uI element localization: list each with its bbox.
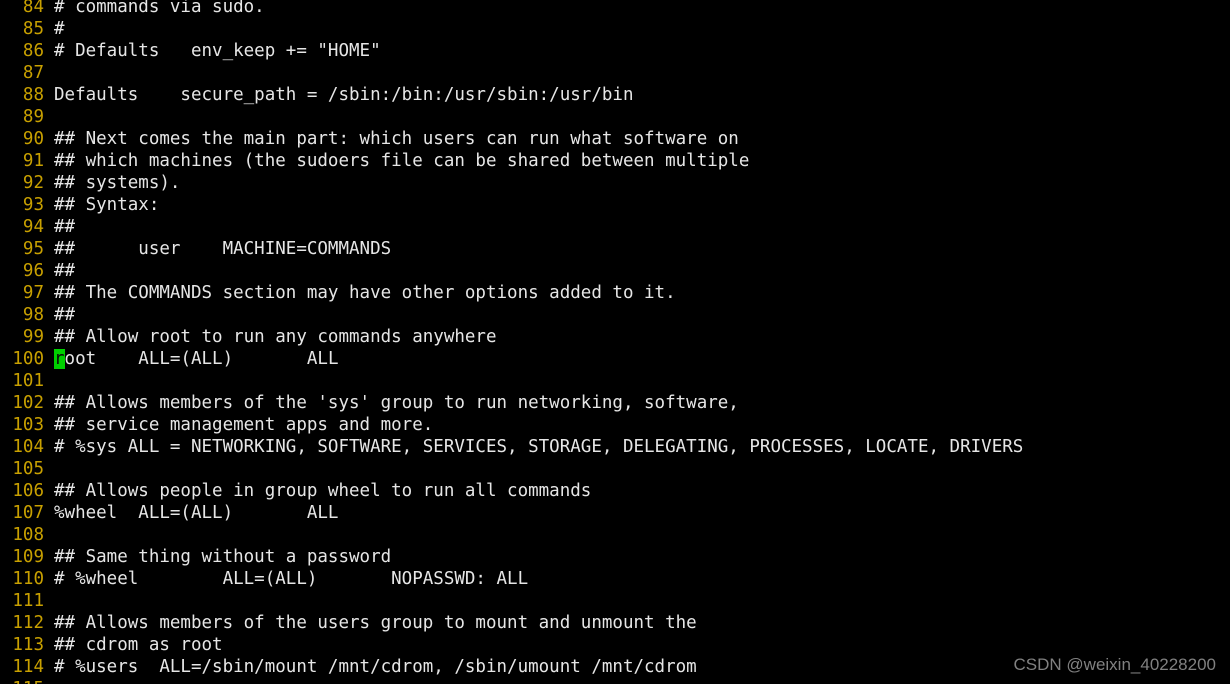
- line-number: 109: [12, 547, 44, 567]
- line-number: 98: [22, 305, 44, 325]
- code-line[interactable]: 97 ## The COMMANDS section may have other…: [0, 282, 1230, 304]
- line-text[interactable]: ##: [54, 260, 75, 282]
- code-line[interactable]: 108: [0, 524, 1230, 546]
- line-number: 113: [12, 635, 44, 655]
- line-text[interactable]: ## Syntax:: [54, 194, 159, 216]
- line-text[interactable]: ## Allows people in group wheel to run a…: [54, 480, 591, 502]
- line-number: 85: [22, 19, 44, 39]
- code-line[interactable]: 115: [0, 678, 1230, 684]
- line-text[interactable]: ## cdrom as root: [54, 634, 223, 656]
- line-number: 108: [12, 525, 44, 545]
- code-line[interactable]: 105: [0, 458, 1230, 480]
- line-text[interactable]: %wheel ALL=(ALL) ALL: [54, 502, 338, 524]
- code-line[interactable]: 104 # %sys ALL = NETWORKING, SOFTWARE, SE…: [0, 436, 1230, 458]
- line-number: 102: [12, 393, 44, 413]
- code-line[interactable]: 99 ## Allow root to run any commands anyw…: [0, 326, 1230, 348]
- line-text-rest: oot ALL=(ALL) ALL: [64, 349, 339, 369]
- line-number: 87: [22, 63, 44, 83]
- line-number: 96: [22, 261, 44, 281]
- code-line[interactable]: 90 ## Next comes the main part: which use…: [0, 128, 1230, 150]
- line-number: 103: [12, 415, 44, 435]
- code-line[interactable]: 91 ## which machines (the sudoers file ca…: [0, 150, 1230, 172]
- line-text[interactable]: Defaults secure_path = /sbin:/bin:/usr/s…: [54, 84, 633, 106]
- line-text[interactable]: # commands via sudo.: [54, 0, 265, 18]
- code-line[interactable]: 107 %wheel ALL=(ALL) ALL: [0, 502, 1230, 524]
- code-line[interactable]: 111: [0, 590, 1230, 612]
- code-line[interactable]: 112 ## Allows members of the users group …: [0, 612, 1230, 634]
- line-number: 93: [22, 195, 44, 215]
- line-number: 86: [22, 41, 44, 61]
- line-number: 111: [12, 591, 44, 611]
- line-number: 105: [12, 459, 44, 479]
- line-text[interactable]: ##: [54, 304, 75, 326]
- code-line[interactable]: 86 # Defaults env_keep += "HOME": [0, 40, 1230, 62]
- line-number: 97: [22, 283, 44, 303]
- line-text[interactable]: # %sys ALL = NETWORKING, SOFTWARE, SERVI…: [54, 436, 1023, 458]
- editor-text-buffer[interactable]: 84 # commands via sudo. 85 #86 # Defaults en…: [0, 0, 1230, 684]
- code-line[interactable]: 110 # %wheel ALL=(ALL) NOPASSWD: ALL: [0, 568, 1230, 590]
- line-text[interactable]: ## Same thing without a password: [54, 546, 391, 568]
- code-line[interactable]: 98 ##: [0, 304, 1230, 326]
- line-number: 104: [12, 437, 44, 457]
- code-line[interactable]: 89: [0, 106, 1230, 128]
- line-number: 90: [22, 129, 44, 149]
- line-text[interactable]: #: [54, 18, 65, 40]
- line-text[interactable]: ## Allows members of the 'sys' group to …: [54, 392, 739, 414]
- code-line[interactable]: 88 Defaults secure_path = /sbin:/bin:/usr…: [0, 84, 1230, 106]
- code-line[interactable]: 101: [0, 370, 1230, 392]
- line-number: 92: [22, 173, 44, 193]
- line-text[interactable]: ## The COMMANDS section may have other o…: [54, 282, 676, 304]
- line-number: 112: [12, 613, 44, 633]
- line-number: 115: [0, 678, 54, 684]
- line-number: 101: [12, 371, 44, 391]
- code-line[interactable]: 106 ## Allows people in group wheel to ru…: [0, 480, 1230, 502]
- code-line[interactable]: 103 ## service management apps and more.: [0, 414, 1230, 436]
- code-line[interactable]: 100 root ALL=(ALL) ALL: [0, 348, 1230, 370]
- line-number: 99: [22, 327, 44, 347]
- line-number: 106: [12, 481, 44, 501]
- line-number: 91: [22, 151, 44, 171]
- terminal-window[interactable]: 84 # commands via sudo. 85 #86 # Defaults en…: [0, 0, 1230, 684]
- line-text[interactable]: ## service management apps and more.: [54, 414, 433, 436]
- line-text[interactable]: ##: [54, 216, 75, 238]
- line-text[interactable]: ## Allows members of the users group to …: [54, 612, 697, 634]
- line-text[interactable]: ## which machines (the sudoers file can …: [54, 150, 749, 172]
- line-text[interactable]: ## Allow root to run any commands anywhe…: [54, 326, 497, 348]
- code-line[interactable]: 94 ##: [0, 216, 1230, 238]
- line-text[interactable]: ## systems).: [54, 172, 180, 194]
- line-number: 107: [12, 503, 44, 523]
- code-line[interactable]: 87: [0, 62, 1230, 84]
- line-text[interactable]: ## user MACHINE=COMMANDS: [54, 238, 391, 260]
- text-cursor: r: [54, 349, 65, 369]
- line-text[interactable]: # %users ALL=/sbin/mount /mnt/cdrom, /sb…: [54, 656, 697, 678]
- code-line[interactable]: 85 #: [0, 18, 1230, 40]
- code-line[interactable]: 109 ## Same thing without a password: [0, 546, 1230, 568]
- line-text[interactable]: root ALL=(ALL) ALL: [54, 348, 338, 370]
- line-number: 100: [12, 349, 44, 369]
- code-line[interactable]: 102 ## Allows members of the 'sys' group …: [0, 392, 1230, 414]
- code-line[interactable]: 93 ## Syntax:: [0, 194, 1230, 216]
- line-number: 110: [12, 569, 44, 589]
- code-line[interactable]: 114 # %users ALL=/sbin/mount /mnt/cdrom, …: [0, 656, 1230, 678]
- line-text[interactable]: ## Next comes the main part: which users…: [54, 128, 739, 150]
- line-number: 95: [22, 239, 44, 259]
- code-line[interactable]: 113 ## cdrom as root: [0, 634, 1230, 656]
- line-number: 88: [22, 85, 44, 105]
- code-line[interactable]: 92 ## systems).: [0, 172, 1230, 194]
- code-line[interactable]: 96 ##: [0, 260, 1230, 282]
- line-number: 84: [22, 0, 44, 17]
- code-line[interactable]: 95 ## user MACHINE=COMMANDS: [0, 238, 1230, 260]
- line-number: 89: [22, 107, 44, 127]
- line-number: 114: [12, 657, 44, 677]
- line-number: 94: [22, 217, 44, 237]
- code-line[interactable]: 84 # commands via sudo.: [0, 0, 1230, 18]
- line-text[interactable]: # %wheel ALL=(ALL) NOPASSWD: ALL: [54, 568, 528, 590]
- line-text[interactable]: # Defaults env_keep += "HOME": [54, 40, 381, 62]
